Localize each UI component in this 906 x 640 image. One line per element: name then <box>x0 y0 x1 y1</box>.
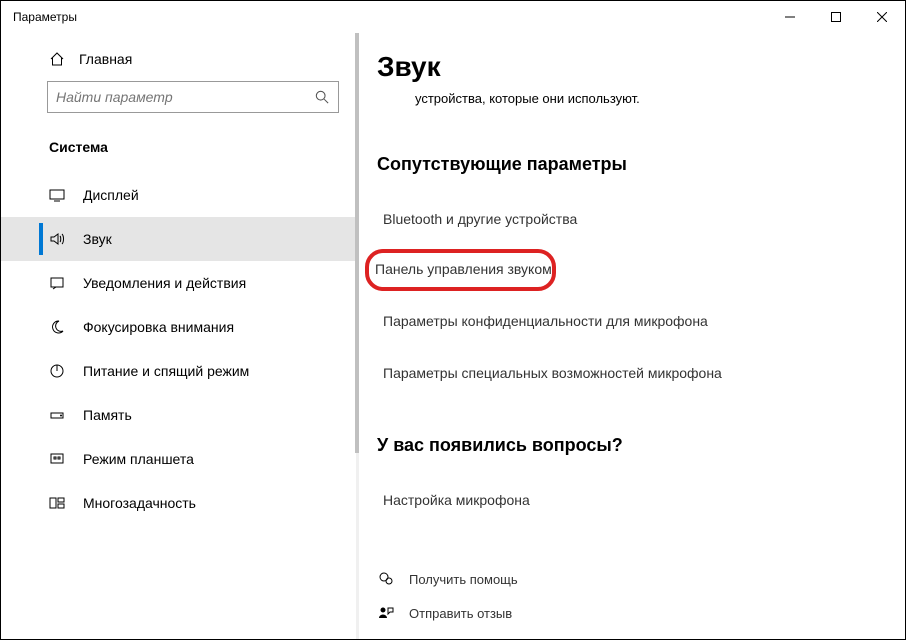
sidebar-item-label: Многозадачность <box>83 495 196 511</box>
sidebar-item-label: Память <box>83 407 132 423</box>
search-icon <box>314 89 330 105</box>
sidebar-item-power[interactable]: Питание и спящий режим <box>1 349 357 393</box>
sidebar-item-tablet[interactable]: Режим планшета <box>1 437 357 481</box>
link-mic-setup[interactable]: Настройка микрофона <box>377 482 530 518</box>
related-links: Bluetooth и другие устройства Панель упр… <box>371 193 875 399</box>
close-button[interactable] <box>859 1 905 33</box>
sidebar-item-storage[interactable]: Память <box>1 393 357 437</box>
sidebar-item-label: Режим планшета <box>83 451 194 467</box>
questions-heading: У вас появились вопросы? <box>371 435 875 456</box>
get-help-link[interactable]: Получить помощь <box>371 562 875 596</box>
link-mic-privacy[interactable]: Параметры конфиденциальности для микрофо… <box>377 303 708 339</box>
related-heading: Сопутствующие параметры <box>371 154 875 175</box>
notifications-icon <box>49 275 65 291</box>
highlight-box: Панель управления звуком <box>365 249 556 291</box>
sidebar-item-label: Фокусировка внимания <box>83 319 234 335</box>
display-icon <box>49 187 65 203</box>
window-title: Параметры <box>13 10 77 24</box>
minimize-button[interactable] <box>767 1 813 33</box>
tablet-icon <box>49 451 65 467</box>
get-help-label: Получить помощь <box>409 572 518 587</box>
sidebar-item-label: Дисплей <box>83 187 139 203</box>
search-input[interactable] <box>56 89 314 105</box>
feedback-link[interactable]: Отправить отзыв <box>371 596 875 630</box>
sidebar: Главная Система Дисплей Звук <box>1 33 357 639</box>
page-title: Звук <box>371 51 875 83</box>
window-controls <box>767 1 905 33</box>
power-icon <box>49 363 65 379</box>
main-content: Звук устройства, которые они используют.… <box>357 33 905 639</box>
multitask-icon <box>49 495 65 511</box>
sidebar-item-notifications[interactable]: Уведомления и действия <box>1 261 357 305</box>
link-bluetooth[interactable]: Bluetooth и другие устройства <box>377 201 577 237</box>
home-link[interactable]: Главная <box>1 41 357 77</box>
home-icon <box>49 51 65 67</box>
sidebar-item-focus[interactable]: Фокусировка внимания <box>1 305 357 349</box>
sidebar-item-label: Звук <box>83 231 112 247</box>
titlebar: Параметры <box>1 1 905 33</box>
search-box[interactable] <box>47 81 339 113</box>
feedback-label: Отправить отзыв <box>409 606 512 621</box>
sidebar-item-label: Питание и спящий режим <box>83 363 249 379</box>
nav-list: Дисплей Звук Уведомления и действия Фоку… <box>1 173 357 525</box>
feedback-icon <box>377 604 395 622</box>
page-subtitle: устройства, которые они используют. <box>371 91 875 106</box>
questions-links: Настройка микрофона <box>371 474 875 526</box>
sidebar-item-sound[interactable]: Звук <box>1 217 357 261</box>
focus-icon <box>49 319 65 335</box>
maximize-button[interactable] <box>813 1 859 33</box>
scrollbar-thumb[interactable] <box>355 33 359 453</box>
sidebar-item-label: Уведомления и действия <box>83 275 246 291</box>
sound-icon <box>49 231 65 247</box>
storage-icon <box>49 407 65 423</box>
link-mic-accessibility[interactable]: Параметры специальных возможностей микро… <box>377 355 722 391</box>
sidebar-item-multitask[interactable]: Многозадачность <box>1 481 357 525</box>
sidebar-section-title: Система <box>1 125 357 173</box>
help-icon <box>377 570 395 588</box>
home-label: Главная <box>79 51 132 67</box>
sidebar-item-display[interactable]: Дисплей <box>1 173 357 217</box>
link-sound-panel[interactable]: Панель управления звуком <box>375 261 552 277</box>
